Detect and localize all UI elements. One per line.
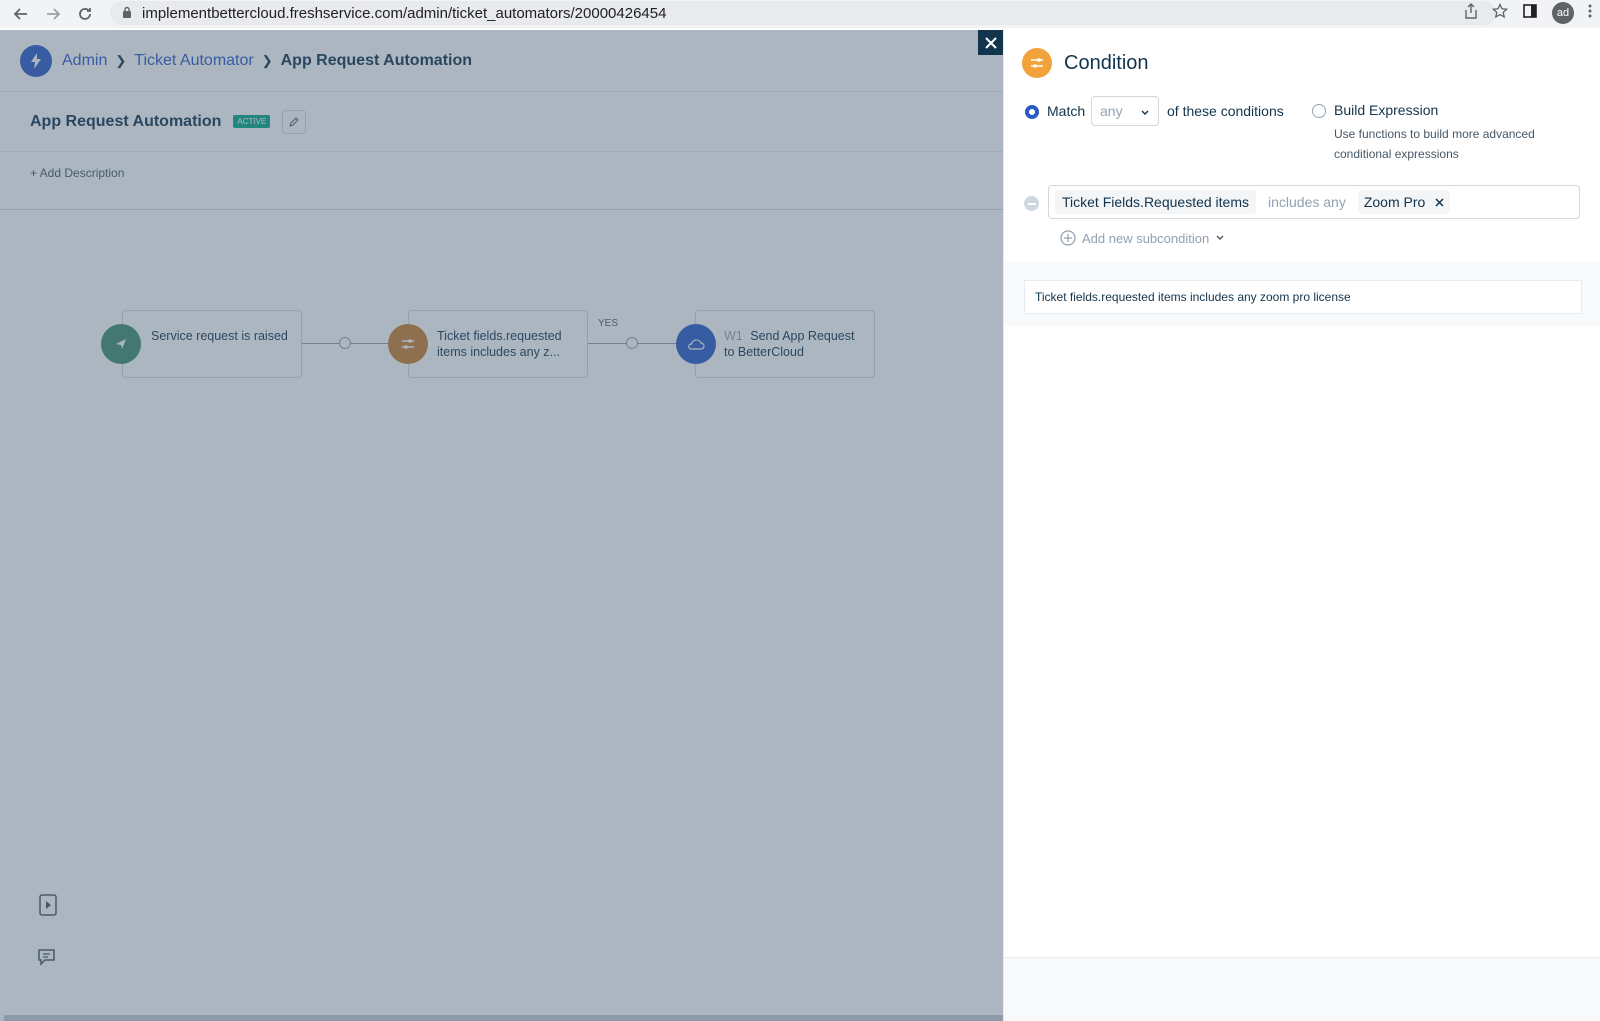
build-expression-help: Use functions to build more advanced con… — [1334, 127, 1535, 161]
add-subcondition-label: Add new subcondition — [1082, 230, 1210, 246]
condition-value: Zoom Pro — [1363, 194, 1426, 210]
build-expression-label[interactable]: Build Expression — [1334, 102, 1438, 118]
plus-circle-icon — [1060, 230, 1076, 246]
build-expression-radio[interactable] — [1312, 104, 1326, 118]
condition-operator[interactable]: includes any — [1268, 194, 1346, 210]
condition-field[interactable]: Ticket Fields.Requested items — [1055, 190, 1256, 214]
forward-icon[interactable] — [42, 3, 64, 25]
browser-actions: ad — [1464, 2, 1592, 24]
browser-toolbar: implementbettercloud.freshservice.com/ad… — [0, 0, 1600, 28]
lock-icon — [122, 5, 132, 22]
remove-condition-button[interactable] — [1024, 196, 1039, 211]
match-suffix: of these conditions — [1167, 103, 1284, 119]
add-subcondition-button[interactable]: Add new subcondition — [1060, 230, 1225, 246]
kebab-menu-icon[interactable] — [1588, 3, 1592, 24]
match-select-value: any — [1100, 103, 1123, 119]
panel-header: Condition — [1022, 48, 1149, 78]
back-icon[interactable] — [10, 3, 32, 25]
panel-footer — [1004, 957, 1600, 1021]
condition-value-tag[interactable]: Zoom Pro — [1357, 190, 1451, 214]
condition-summary-input[interactable]: Ticket fields.requested items includes a… — [1024, 280, 1582, 314]
share-icon[interactable] — [1464, 2, 1478, 24]
close-icon — [984, 36, 997, 49]
remove-tag-icon[interactable] — [1435, 194, 1444, 210]
chevron-down-icon — [1140, 105, 1150, 121]
condition-icon — [1022, 48, 1052, 78]
sidepanel-icon[interactable] — [1522, 3, 1538, 24]
match-radio[interactable] — [1025, 105, 1039, 119]
close-panel-button[interactable] — [978, 30, 1003, 55]
panel-title: Condition — [1064, 51, 1149, 74]
url-text: implementbettercloud.freshservice.com/ad… — [142, 4, 667, 22]
match-label: Match — [1047, 103, 1086, 119]
condition-panel: Condition Match any of these conditions … — [1003, 30, 1600, 1021]
condition-row: Ticket Fields.Requested items includes a… — [1048, 185, 1580, 219]
address-bar[interactable]: implementbettercloud.freshservice.com/ad… — [110, 1, 1496, 25]
minus-icon — [1027, 202, 1036, 205]
profile-avatar[interactable]: ad — [1552, 2, 1574, 24]
reload-icon[interactable] — [74, 3, 96, 25]
chevron-down-icon — [1216, 235, 1224, 240]
modal-overlay[interactable] — [0, 30, 1003, 1021]
match-select[interactable]: any — [1091, 96, 1159, 126]
bookmark-star-icon[interactable] — [1491, 2, 1509, 24]
